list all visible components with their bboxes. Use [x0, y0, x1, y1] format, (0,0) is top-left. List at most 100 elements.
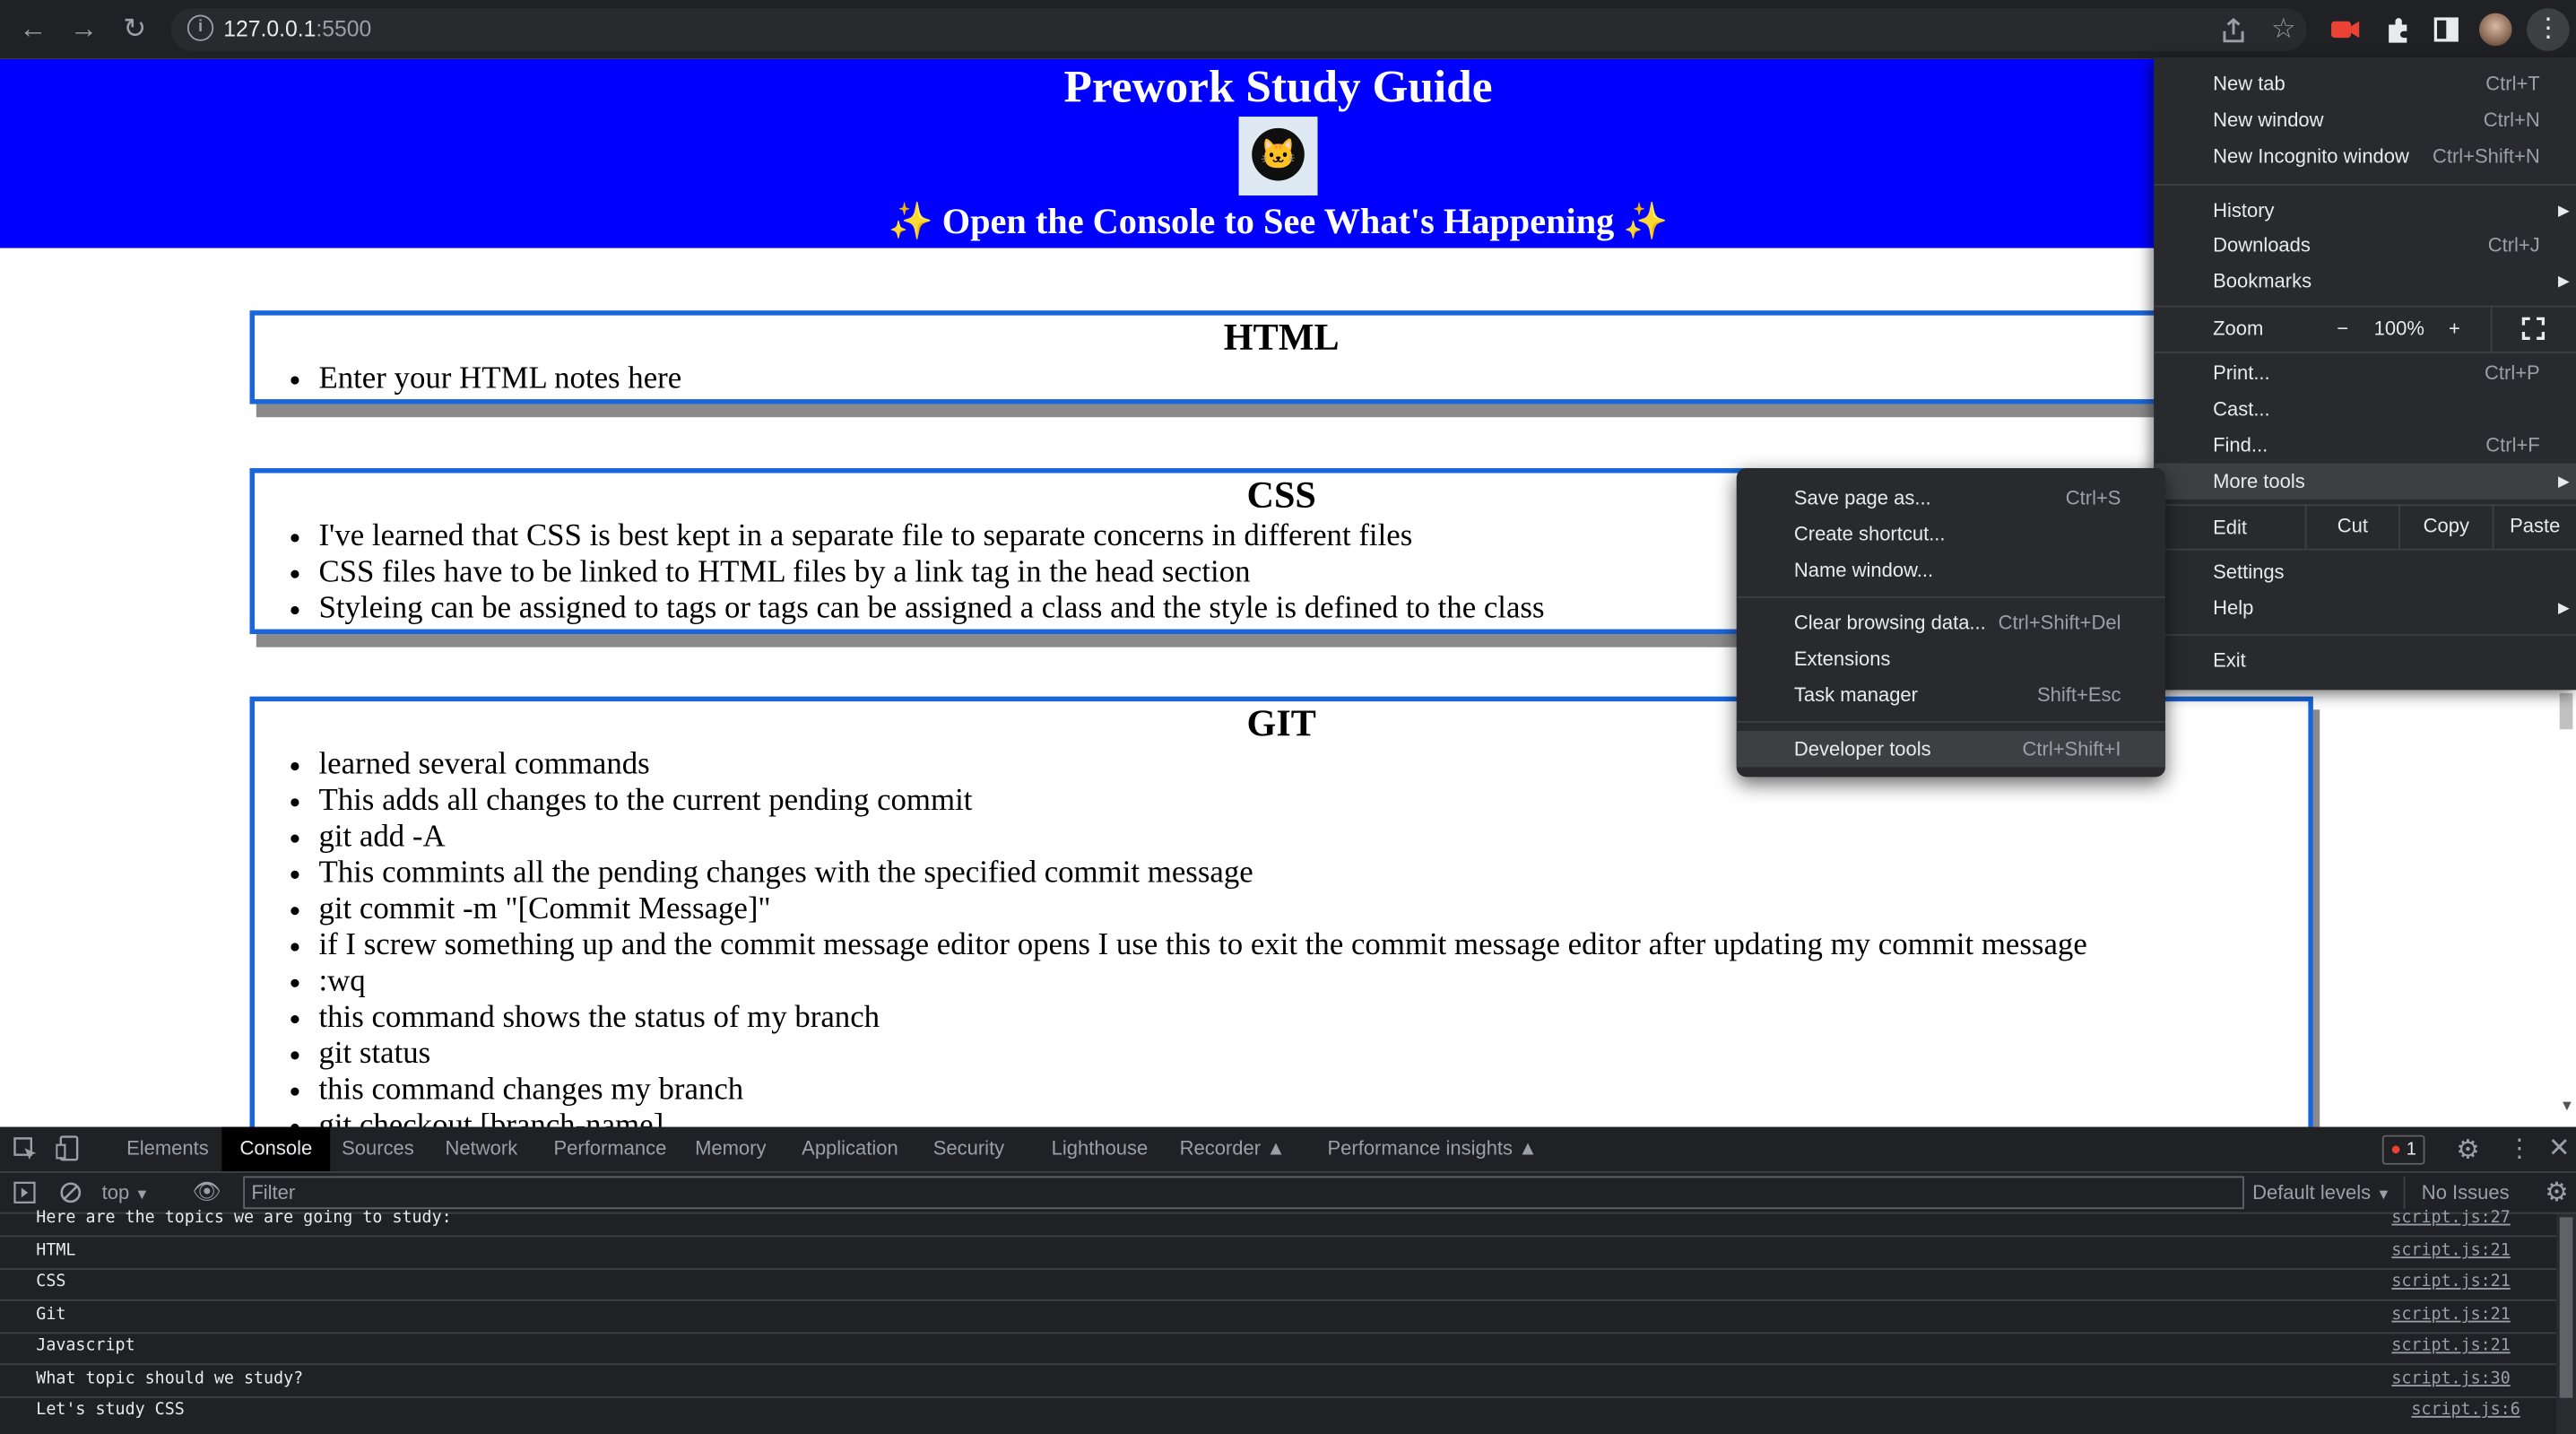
tab-application[interactable]: Application — [792, 1127, 908, 1171]
tab-memory[interactable]: Memory — [685, 1127, 776, 1171]
console-source-link[interactable]: script.js:21 — [2391, 1242, 2510, 1260]
menu-item-print[interactable]: Print... — [2213, 356, 2270, 389]
url-host: 127.0.0.1 — [223, 16, 317, 41]
menu-item-exit[interactable]: Exit — [2213, 644, 2246, 677]
cut-button[interactable]: Cut — [2307, 509, 2399, 543]
browser-toolbar: ← → ↻ i 127.0.0.1:5500 ☆ ⋮ — [0, 0, 2576, 59]
tab-performance-insights-label: Performance insights — [1327, 1136, 1514, 1160]
github-octocat-logo: 🐱 — [1238, 117, 1318, 196]
forward-arrow-icon[interactable]: → — [67, 13, 100, 47]
tab-performance-insights[interactable]: Performance insights ▲ — [1318, 1127, 1548, 1171]
devtools-settings-gear-icon[interactable]: ⚙ — [2456, 1134, 2479, 1167]
site-info-icon[interactable]: i — [186, 14, 214, 41]
submenu-arrow-icon: ▶ — [2558, 202, 2570, 219]
cat-icon: 🐱 — [1252, 127, 1305, 181]
list-item: if I screw something up and the commit m… — [318, 928, 2308, 964]
log-levels-dropdown[interactable]: Default levels ▼ — [2252, 1179, 2390, 1205]
tab-performance[interactable]: Performance — [543, 1127, 676, 1171]
bookmark-star-icon[interactable]: ☆ — [2268, 13, 2301, 47]
console-message-text: HTML — [36, 1241, 76, 1260]
error-count-badge[interactable]: ● 1 — [2381, 1134, 2425, 1165]
shortcut-save-page: Ctrl+S — [2065, 486, 2121, 509]
menu-divider — [2154, 184, 2576, 186]
menu-item-new-tab[interactable]: New tab — [2213, 67, 2285, 100]
fullscreen-icon[interactable] — [2521, 317, 2546, 341]
list-item: this command shows the status of my bran… — [318, 1001, 2308, 1037]
submenu-item-save-page[interactable]: Save page as... — [1794, 482, 1931, 515]
menu-divider — [1736, 595, 2165, 598]
tab-security[interactable]: Security — [924, 1127, 1014, 1171]
console-source-link[interactable]: script.js:27 — [2391, 1209, 2510, 1227]
shortcut-incognito: Ctrl+Shift+N — [2432, 144, 2540, 168]
submenu-item-extensions[interactable]: Extensions — [1794, 642, 1891, 675]
profile-avatar[interactable] — [2478, 13, 2512, 47]
list-item: this command changes my branch — [318, 1073, 2308, 1108]
inspect-element-icon[interactable] — [13, 1137, 38, 1161]
console-scrollbar[interactable] — [2556, 1213, 2576, 1434]
shortcut-print: Ctrl+P — [2485, 361, 2540, 385]
tab-recorder[interactable]: Recorder ▲ — [1170, 1127, 1296, 1171]
menu-item-cast[interactable]: Cast... — [2213, 393, 2270, 426]
paste-button[interactable]: Paste — [2494, 509, 2576, 543]
clear-console-icon[interactable] — [59, 1181, 82, 1204]
menu-divider — [2154, 504, 2576, 507]
log-levels-value: Default levels — [2252, 1180, 2372, 1204]
tab-elements[interactable]: Elements — [117, 1127, 219, 1171]
console-source-link[interactable]: script.js:21 — [2391, 1337, 2510, 1355]
dropdown-arrow-icon: ▼ — [134, 1186, 150, 1203]
tab-sources[interactable]: Sources — [332, 1127, 424, 1171]
zoom-in-button[interactable]: + — [2442, 312, 2468, 345]
list-item: This adds all changes to the current pen… — [318, 784, 2308, 820]
zoom-out-button[interactable]: − — [2329, 312, 2355, 345]
console-scrollbar-thumb[interactable] — [2559, 1217, 2573, 1398]
tab-lighthouse[interactable]: Lighthouse — [1042, 1127, 1158, 1171]
tab-network[interactable]: Network — [436, 1127, 528, 1171]
url-text[interactable]: 127.0.0.1:5500 — [223, 16, 371, 40]
menu-item-new-incognito-window[interactable]: New Incognito window — [2213, 140, 2409, 173]
side-panel-icon[interactable] — [2433, 16, 2459, 42]
chrome-menu-button[interactable]: ⋮ — [2527, 8, 2570, 51]
menu-item-find[interactable]: Find... — [2213, 429, 2268, 462]
console-source-link[interactable]: script.js:6 — [2411, 1401, 2520, 1419]
reload-icon[interactable]: ↻ — [118, 13, 152, 47]
menu-item-downloads[interactable]: Downloads — [2213, 229, 2311, 262]
sidebar-toggle-icon[interactable] — [13, 1181, 37, 1204]
address-bar[interactable]: i 127.0.0.1:5500 — [170, 8, 2307, 51]
dropdown-arrow-icon: ▼ — [2376, 1186, 2391, 1203]
devtools-panel: Elements Console Sources Network Perform… — [0, 1126, 2576, 1434]
menu-item-history[interactable]: History — [2213, 194, 2274, 227]
copy-button[interactable]: Copy — [2400, 509, 2493, 543]
submenu-item-name-window[interactable]: Name window... — [1794, 553, 1933, 587]
menu-item-bookmarks[interactable]: Bookmarks — [2213, 265, 2311, 298]
console-message-text: Javascript — [36, 1337, 135, 1356]
back-arrow-icon[interactable]: ← — [16, 13, 49, 47]
page-scrollbar-thumb[interactable] — [2559, 692, 2573, 730]
issues-button[interactable]: No Issues — [2422, 1179, 2510, 1205]
menu-item-help[interactable]: Help — [2213, 591, 2253, 624]
device-toolbar-icon[interactable] — [56, 1135, 80, 1161]
submenu-item-task-manager[interactable]: Task manager — [1794, 678, 1918, 711]
submenu-item-create-shortcut[interactable]: Create shortcut... — [1794, 517, 1946, 551]
devtools-close-icon[interactable]: ✕ — [2548, 1132, 2571, 1165]
menu-item-settings[interactable]: Settings — [2213, 555, 2284, 588]
console-source-link[interactable]: script.js:30 — [2391, 1370, 2510, 1388]
menu-item-new-window[interactable]: New window — [2213, 103, 2323, 136]
tab-console[interactable]: Console — [221, 1126, 331, 1172]
menu-item-more-tools[interactable]: More tools — [2213, 465, 2305, 498]
extensions-puzzle-icon[interactable] — [2384, 16, 2412, 44]
list-item: :wq — [318, 964, 2308, 1000]
console-source-link[interactable]: script.js:21 — [2391, 1306, 2510, 1324]
scroll-down-arrow-icon[interactable]: ▼ — [2560, 1098, 2574, 1114]
record-extension-icon[interactable] — [2331, 16, 2361, 42]
menu-divider — [1736, 721, 2165, 723]
live-expression-eye-icon[interactable]: 👁 — [192, 1178, 221, 1205]
menu-divider — [2154, 634, 2576, 636]
context-selector[interactable]: top ▼ — [102, 1179, 150, 1205]
section-heading-html: HTML — [1223, 317, 1340, 359]
submenu-item-clear-browsing-data[interactable]: Clear browsing data... — [1794, 606, 1986, 639]
console-source-link[interactable]: script.js:21 — [2391, 1273, 2510, 1291]
devtools-more-icon[interactable]: ⋮ — [2507, 1134, 2531, 1163]
share-icon[interactable] — [2219, 16, 2247, 44]
console-message-text: Let's study CSS — [36, 1401, 185, 1420]
submenu-item-developer-tools[interactable]: Developer tools — [1794, 733, 1931, 766]
